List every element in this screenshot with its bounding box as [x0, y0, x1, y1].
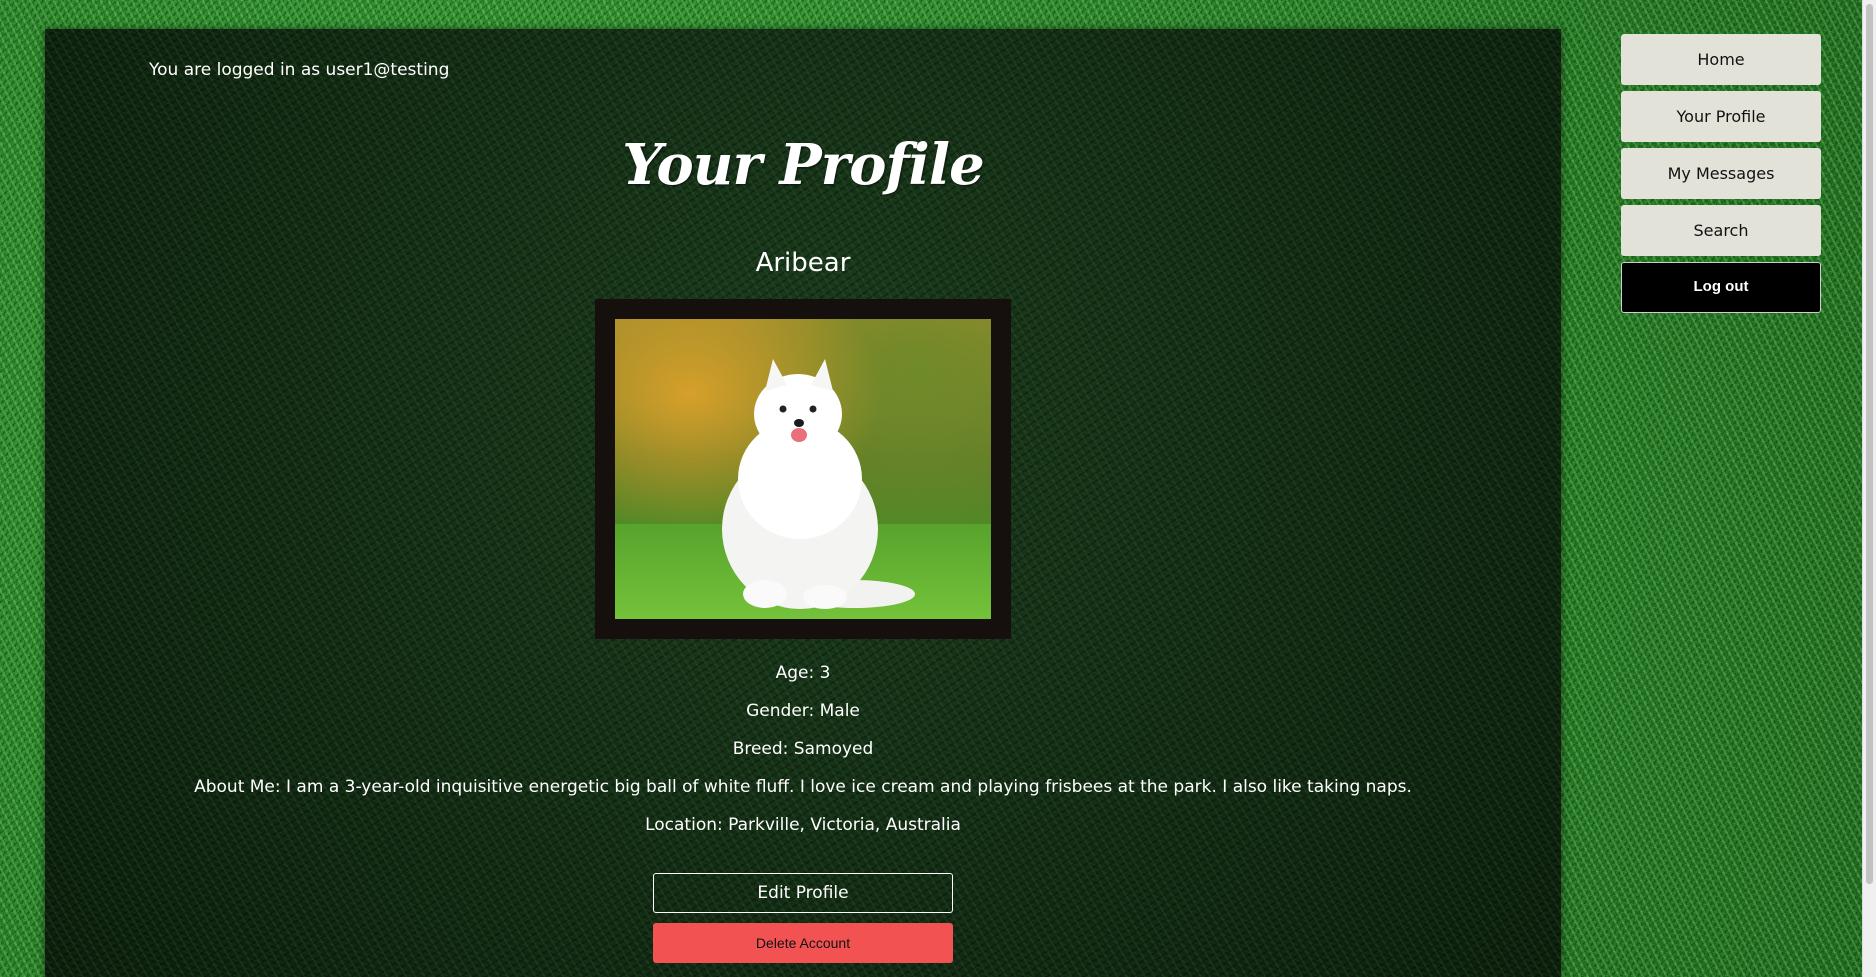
profile-photo-frame [595, 299, 1011, 639]
nav-home-button[interactable]: Home [1621, 34, 1821, 85]
gender-text: Gender: Male [746, 701, 860, 721]
about-text: About Me: I am a 3-year-old inquisitive … [194, 777, 1412, 797]
location-text: Location: Parkville, Victoria, Australia [645, 815, 961, 835]
logged-in-status: You are logged in as user1@testing [149, 60, 450, 80]
age-text: Age: 3 [775, 663, 831, 683]
scrollbar-thumb[interactable] [1866, 4, 1873, 884]
breed-text: Breed: Samoyed [732, 739, 874, 759]
edit-profile-button[interactable]: Edit Profile [653, 873, 953, 913]
nav-my-messages-button[interactable]: My Messages [1621, 148, 1821, 199]
pet-name: Aribear [755, 248, 851, 278]
nav-your-profile-button[interactable]: Your Profile [1621, 91, 1821, 142]
page-title: Your Profile [622, 132, 984, 198]
nav-search-button[interactable]: Search [1621, 205, 1821, 256]
profile-photo [615, 319, 991, 619]
dog-illustration [722, 359, 915, 609]
page-scrollbar[interactable] [1862, 0, 1876, 977]
nav-logout-button[interactable]: Log out [1621, 262, 1821, 313]
delete-account-button[interactable]: Delete Account [653, 923, 953, 963]
